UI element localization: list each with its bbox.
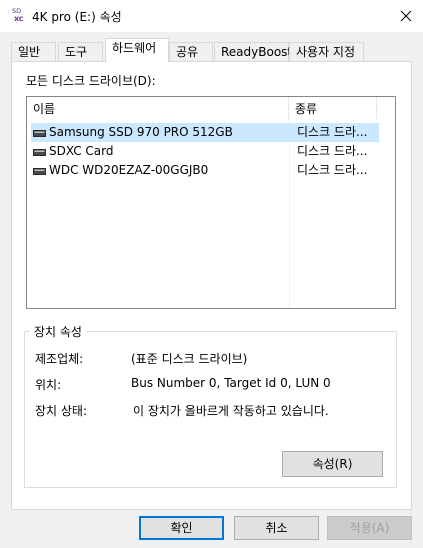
column-header-name[interactable]: 이름 <box>27 97 289 119</box>
drive-list[interactable]: 이름 종류 Samsung SSD 970 PRO 512GB 디스크 드라..… <box>26 96 396 309</box>
tab-general[interactable]: 일반 <box>11 42 56 61</box>
title-bar: SD XC 4K pro (E:) 속성 <box>0 0 423 32</box>
sd-card-icon: SD XC <box>12 7 24 23</box>
hard-disk-icon <box>33 149 46 156</box>
column-header-type[interactable]: 종류 <box>289 97 377 119</box>
drive-name: WDC WD20EZAZ-00GGJB0 <box>49 163 209 177</box>
hard-disk-icon <box>33 130 46 137</box>
list-item[interactable]: SDXC Card 디스크 드라... <box>31 142 379 161</box>
manufacturer-value: (표준 디스크 드라이브) <box>131 352 248 366</box>
tab-tools[interactable]: 도구 <box>58 42 103 61</box>
location-label: 위치: <box>35 378 62 392</box>
drive-type: 디스크 드라... <box>297 144 368 158</box>
drive-name: Samsung SSD 970 PRO 512GB <box>49 125 233 139</box>
apply-button[interactable]: 적용(A) <box>327 516 412 540</box>
window-title: 4K pro (E:) 속성 <box>32 10 122 24</box>
list-item[interactable]: WDC WD20EZAZ-00GGJB0 디스크 드라... <box>31 161 379 180</box>
location-value: Bus Number 0, Target Id 0, LUN 0 <box>131 376 331 390</box>
cancel-button[interactable]: 취소 <box>234 516 319 540</box>
hard-disk-icon <box>33 168 46 175</box>
ok-button[interactable]: 확인 <box>139 516 224 540</box>
tab-hardware[interactable]: 하드웨어 <box>105 38 169 62</box>
list-header: 이름 종류 <box>27 97 395 119</box>
icon-text-top: SD <box>12 7 21 15</box>
list-item[interactable]: Samsung SSD 970 PRO 512GB 디스크 드라... <box>31 123 379 142</box>
properties-button[interactable]: 속성(R) <box>282 451 383 477</box>
device-status-label: 장치 상태: <box>35 404 88 418</box>
icon-text-bottom: XC <box>14 15 24 23</box>
device-status-value: 이 장치가 올바르게 작동하고 있습니다. <box>133 404 329 418</box>
manufacturer-label: 제조업체: <box>35 352 84 366</box>
tab-sharing[interactable]: 공유 <box>169 42 213 61</box>
all-drives-label: 모든 디스크 드라이브(D): <box>26 74 156 88</box>
tab-customize[interactable]: 사용자 지정 <box>289 42 364 61</box>
close-icon <box>400 10 412 22</box>
device-properties-title: 장치 속성 <box>30 323 86 340</box>
drive-type: 디스크 드라... <box>297 163 368 177</box>
drive-name: SDXC Card <box>49 144 114 158</box>
tab-readyboost[interactable]: ReadyBoost <box>214 42 292 61</box>
close-button[interactable] <box>389 0 423 32</box>
drive-type: 디스크 드라... <box>297 125 368 139</box>
